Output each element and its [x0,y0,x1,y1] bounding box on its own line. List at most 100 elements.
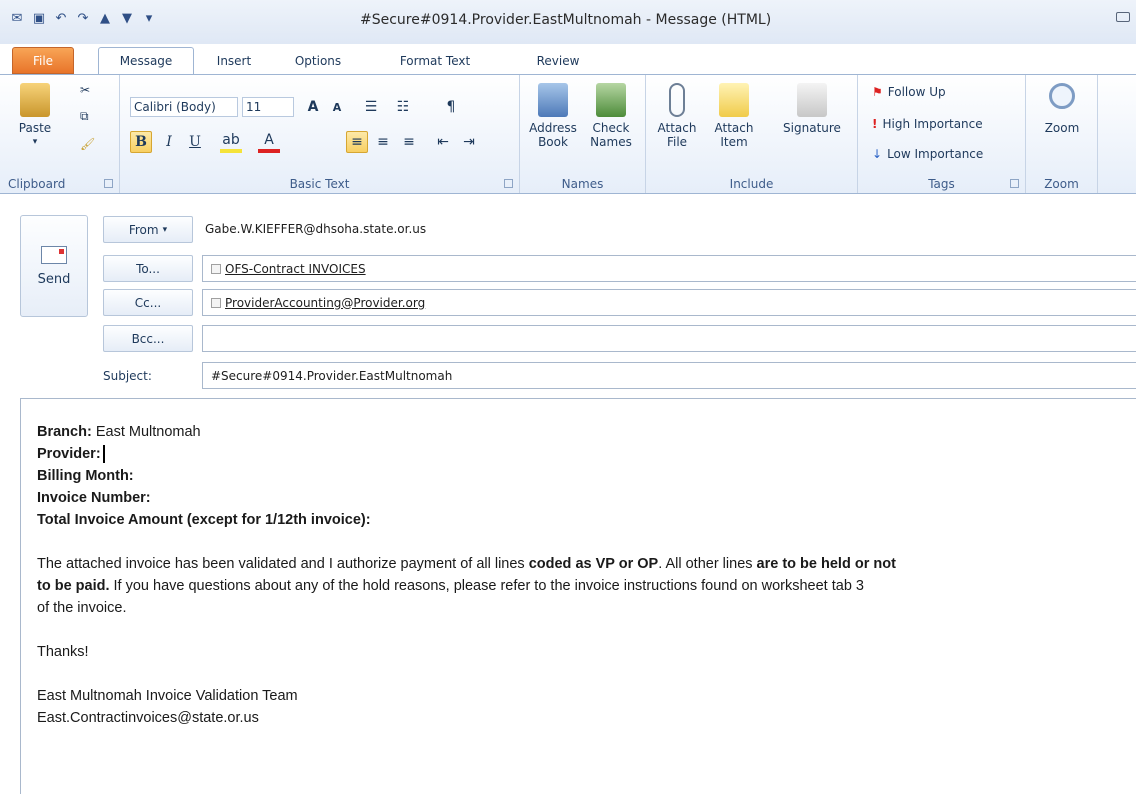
tags-launcher[interactable] [1010,179,1019,188]
to-button[interactable]: To... [103,255,193,282]
tags-label: Tags [928,177,955,191]
zoom-button[interactable]: Zoom [1036,83,1088,135]
to-field[interactable]: OFS-Contract INVOICES [202,255,1136,282]
cc-field[interactable]: ProviderAccounting@Provider.org [202,289,1136,316]
up-arrow-icon[interactable]: ▲ [96,9,114,27]
low-importance-icon: ↓ [872,147,883,161]
font-name-dropdown[interactable]: Calibri (Body) [130,97,238,117]
font-color-icon[interactable]: A [258,131,280,153]
attach-item-button[interactable]: Attach Item [706,83,762,149]
cc-recipient[interactable]: ProviderAccounting@Provider.org [225,296,425,310]
send-icon [41,246,67,264]
tab-review[interactable]: Review [528,47,588,74]
follow-up-button[interactable]: ⚑ Follow Up [872,85,946,99]
branch-line: Branch: East Multnomah [37,424,201,440]
signature-team: East Multnomah Invoice Validation Team [37,688,298,704]
italic-button[interactable]: I [158,131,180,153]
total-line: Total Invoice Amount (except for 1/12th … [37,512,371,528]
bcc-button[interactable]: Bcc... [103,325,193,352]
message-body[interactable]: Branch: East Multnomah Provider: Billing… [20,398,1136,794]
tab-format-text[interactable]: Format Text [380,47,490,74]
cut-icon[interactable]: ✂ [80,83,90,97]
include-label: Include [729,177,774,191]
styles-icon[interactable]: ¶ [440,96,462,118]
billing-line: Billing Month: [37,468,134,484]
recipient-checkbox [211,297,221,308]
title-bar: ✉ ▣ ↶ ↷ ▲ ▼ ▾ #Secure#0914.Provider.East… [0,0,1136,44]
highlight-icon[interactable]: ab [220,131,242,153]
quick-access-toolbar: ✉ ▣ ↶ ↷ ▲ ▼ ▾ [8,8,158,28]
tab-message[interactable]: Message [98,47,194,74]
high-importance-icon: ! [872,117,878,131]
low-importance-button[interactable]: ↓ Low Importance [872,147,983,161]
signature-button[interactable]: Signature [776,83,848,135]
send-button[interactable]: Send [20,215,88,317]
decrease-indent-icon[interactable]: ⇤ [432,131,454,153]
to-recipient[interactable]: OFS-Contract INVOICES [225,262,366,276]
bold-button[interactable]: B [130,131,152,153]
align-center-button[interactable]: ≡ [372,131,394,153]
provider-line: Provider: [37,443,1136,465]
down-arrow-icon[interactable]: ▼ [118,9,136,27]
paperclip-icon [669,83,685,117]
font-size-dropdown[interactable]: 11 [242,97,294,117]
align-right-button[interactable]: ≡ [398,131,420,153]
basic-text-label: Basic Text [289,177,350,191]
bcc-field[interactable] [202,325,1136,352]
flag-icon: ⚑ [872,85,883,99]
outlook-icon[interactable]: ✉ [8,9,26,27]
undo-icon[interactable]: ↶ [52,9,70,27]
paste-icon [20,83,50,117]
save-icon[interactable]: ▣ [30,9,48,27]
zoom-group: Zoom Zoom [1026,75,1098,193]
basic-text-group: Calibri (Body) 11 A A ☰ ☷ ¶ B I U ab A ≡… [120,75,520,193]
grow-font-icon[interactable]: A [302,96,324,118]
redo-icon[interactable]: ↷ [74,9,92,27]
invoice-line: Invoice Number: [37,490,151,506]
signature-icon [797,83,827,117]
bullets-icon[interactable]: ☰ [360,96,382,118]
message-text: Branch: East Multnomah Provider: Billing… [37,421,1136,729]
shrink-font-icon[interactable]: A [326,96,348,118]
paste-dropdown-icon: ▾ [32,137,38,147]
signature-email: East.Contractinvoices@state.or.us [37,710,259,726]
address-book-button[interactable]: Address Book [526,83,580,149]
names-label: Names [561,177,604,191]
check-names-icon [596,83,626,117]
from-value: Gabe.W.KIEFFER@dhsoha.state.or.us [205,222,427,236]
zoom-label: Zoom [1044,177,1079,191]
high-importance-button[interactable]: ! High Importance [872,117,983,131]
format-painter-icon[interactable]: 🖌 [80,137,95,151]
text-caret [102,445,105,464]
check-names-button[interactable]: Check Names [584,83,638,149]
include-group: Attach File Attach Item Signature Includ… [646,75,858,193]
subject-label: Subject: [103,369,152,383]
cc-button[interactable]: Cc... [103,289,193,316]
copy-icon[interactable]: ⧉ [80,109,89,124]
address-book-icon [538,83,568,117]
clipboard-launcher[interactable] [104,179,113,188]
subject-field[interactable]: #Secure#0914.Provider.EastMultnomah [202,362,1136,389]
basic-text-launcher[interactable] [504,179,513,188]
underline-button[interactable]: U [184,131,206,153]
from-dropdown-icon: ▾ [162,224,168,235]
attach-file-button[interactable]: Attach File [654,83,700,149]
align-left-button[interactable]: ≡ [346,131,368,153]
tab-file[interactable]: File [12,47,74,74]
tab-insert[interactable]: Insert [205,47,263,74]
paste-button[interactable]: Paste ▾ [10,83,60,149]
from-button[interactable]: From ▾ [103,216,193,243]
customize-qat-icon[interactable]: ▾ [140,9,158,27]
names-group: Address Book Check Names Names [520,75,646,193]
tags-group: ⚑ Follow Up ! High Importance ↓ Low Impo… [858,75,1026,193]
numbering-icon[interactable]: ☷ [392,96,414,118]
authorization-paragraph: The attached invoice has been validated … [37,556,896,616]
minimize-button[interactable] [1116,12,1130,22]
increase-indent-icon[interactable]: ⇥ [458,131,480,153]
magnifier-icon [1049,83,1075,109]
tab-options[interactable]: Options [283,47,353,74]
ribbon: Paste ▾ ✂ ⧉ 🖌 Clipboard Calibri (Body) 1… [0,74,1136,194]
recipient-checkbox [211,263,221,274]
thanks-line: Thanks! [37,644,89,660]
ribbon-tabs: File Message Insert Options Format Text … [0,44,1136,74]
